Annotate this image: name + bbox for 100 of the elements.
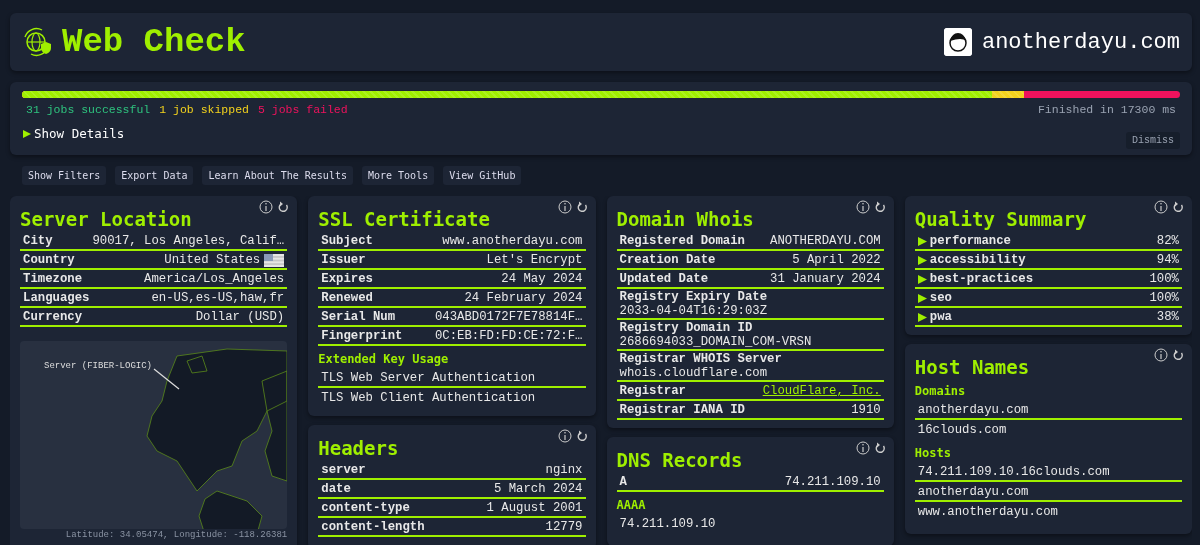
list-item: anotherdayu.com <box>914 400 1182 420</box>
list-item: www.anotherdayu.com <box>916 504 1059 521</box>
show-details-toggle[interactable]: Show Details <box>22 126 125 141</box>
score-value: 82% <box>1156 234 1179 249</box>
field-label: pwa <box>929 310 952 325</box>
field-value: 1 August 2001 <box>486 501 583 516</box>
list-item: anotherdayu.com <box>914 482 1182 502</box>
domain-name: anotherdayu.com <box>981 29 1180 55</box>
card-title: DNS Records <box>616 449 744 471</box>
field-label: City <box>23 234 53 249</box>
field-value: 043ABD0172F7E78814F… <box>434 310 583 325</box>
list-item: TLS Web Client Authentication <box>320 390 537 407</box>
score-value: 38% <box>1156 310 1179 325</box>
triangle-icon <box>22 128 32 139</box>
field-value: 90017, Los Angeles, Calif… <box>92 234 285 249</box>
flag-icon <box>264 254 285 267</box>
list-item: 74.211.109.10.16clouds.com <box>914 462 1182 482</box>
score-value: 100% <box>1149 272 1179 287</box>
field-value: 74.211.109.10 <box>784 475 881 490</box>
coordinates-caption: Latitude: 34.05474, Longitude: -118.26381 <box>64 530 288 540</box>
info-icon[interactable] <box>557 200 572 214</box>
field-value: ANOTHERDAYU.COM <box>770 234 881 249</box>
toolbar-button[interactable]: Export Data <box>115 166 194 185</box>
field-label: accessibility <box>929 253 1026 268</box>
field-label: Expires <box>321 272 373 287</box>
refresh-icon[interactable] <box>575 429 588 443</box>
marker-label: Server (FIBER-LOGIC) <box>44 361 153 371</box>
field-label: Registrar <box>619 384 686 399</box>
card-title: Quality Summary <box>914 208 1088 230</box>
field-label: Currency <box>23 310 83 325</box>
field-value: 5 March 2024 <box>493 482 583 497</box>
list-item: 16clouds.com <box>916 422 1008 439</box>
field-label: Registry Expiry Date <box>619 291 769 305</box>
field-value: 24 February 2024 <box>464 291 583 306</box>
section-heading: AAAA <box>616 498 647 512</box>
field-value: 2033-04-04T16:29:03Z <box>619 304 769 318</box>
info-icon[interactable] <box>855 441 870 455</box>
field-value: Let's Encrypt <box>486 253 583 268</box>
card-title: Server Location <box>20 208 193 230</box>
info-icon[interactable] <box>1154 200 1168 214</box>
info-icon[interactable] <box>259 200 274 214</box>
field-label: Serial Num <box>321 310 396 325</box>
field-value: www.anotherdayu.com <box>442 234 583 249</box>
section-heading: Hosts <box>914 446 952 460</box>
refresh-icon[interactable] <box>575 200 588 214</box>
info-icon[interactable] <box>557 429 572 443</box>
field-value: nginx <box>545 463 583 478</box>
field-value: 0C:EB:FD:FD:CE:72:F… <box>434 329 583 344</box>
refresh-icon[interactable] <box>873 441 886 455</box>
card-title: Host Names <box>914 356 1031 378</box>
registrar-link[interactable]: CloudFlare, Inc. <box>762 384 881 399</box>
job-count: 1 job skipped <box>159 103 249 116</box>
field-label: Subject <box>321 234 373 249</box>
field-label: Registered Domain <box>619 234 745 249</box>
field-label: Creation Date <box>619 253 716 268</box>
field-label: content-length <box>321 520 425 535</box>
card-title: Domain Whois <box>616 208 755 230</box>
card-title: Headers <box>318 437 400 459</box>
field-label: Issuer <box>321 253 366 268</box>
field-label: date <box>321 482 351 497</box>
info-icon[interactable] <box>855 200 870 214</box>
field-label: Fingerprint <box>321 329 403 344</box>
field-value: whois.cloudflare.com <box>619 366 769 380</box>
field-value: Dollar (USD) <box>195 310 285 325</box>
job-count: 5 jobs failed <box>257 103 348 116</box>
refresh-icon[interactable] <box>1172 348 1184 362</box>
field-label: best-practices <box>929 272 1034 287</box>
field-value: 1910 <box>851 403 881 418</box>
field-label: content-type <box>321 501 410 516</box>
score-value: 94% <box>1156 253 1179 268</box>
refresh-icon[interactable] <box>277 200 290 214</box>
avatar-icon <box>943 28 972 56</box>
field-label: A <box>619 475 627 490</box>
finish-time: Finished in 17300 ms <box>1037 103 1176 116</box>
score-value: 100% <box>1149 291 1179 306</box>
dismiss-button[interactable]: Dismiss <box>1126 132 1180 149</box>
field-label: server <box>321 463 366 478</box>
toolbar-button[interactable]: View GitHub <box>443 166 522 185</box>
field-label: performance <box>929 234 1011 249</box>
toolbar-button[interactable]: Learn About The Results <box>202 166 353 185</box>
list-item: 74.211.109.10 <box>618 516 717 533</box>
field-label: Registrar IANA ID <box>619 403 745 418</box>
leader-line <box>153 368 180 390</box>
job-count: 31 jobs successful <box>26 103 151 116</box>
refresh-icon[interactable] <box>873 200 886 214</box>
toolbar-button[interactable]: More Tools <box>361 166 435 185</box>
field-label: Registry Domain ID <box>619 322 754 336</box>
list-item: TLS Web Server Authentication <box>318 368 586 388</box>
app-title: Web Check <box>62 23 246 61</box>
info-icon[interactable] <box>1154 348 1168 362</box>
field-label: Country <box>23 253 75 268</box>
field-value: 24 May 2024 <box>501 272 583 287</box>
refresh-icon[interactable] <box>1172 200 1184 214</box>
field-value: 5 April 2022 <box>792 253 881 268</box>
field-label: Updated Date <box>619 272 709 287</box>
toolbar-button[interactable]: Show Filters <box>22 166 107 185</box>
field-value: 2686694033_DOMAIN_COM-VRSN <box>619 335 813 349</box>
card-title: SSL Certificate <box>318 208 491 230</box>
field-label: Languages <box>23 291 90 306</box>
section-heading: Domains <box>914 384 967 398</box>
